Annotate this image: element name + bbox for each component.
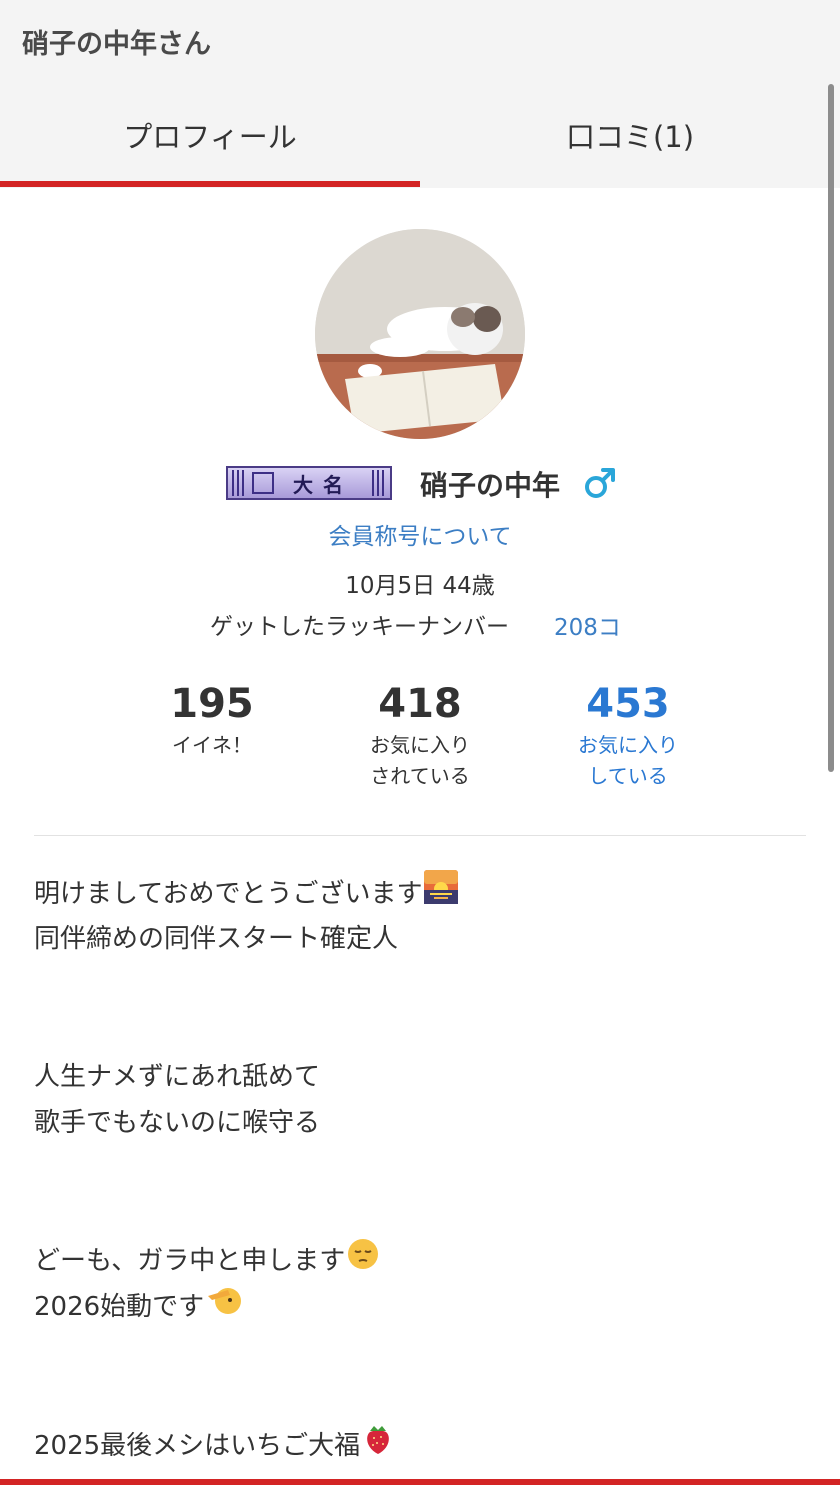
app-header: 硝子の中年さん — [0, 0, 840, 82]
profile-bio: 明けましておめでとうございます 同伴締めの同伴スタート確定人 人生ナメずにあれ舐… — [34, 870, 814, 1468]
stat-favoriting-label: お気に入り している — [528, 730, 728, 792]
badge-seal-icon — [252, 472, 274, 494]
bio-line: 2026始動です — [34, 1284, 814, 1330]
bottom-accent-bar — [0, 1479, 840, 1485]
stat-label-line: お気に入り — [370, 733, 470, 757]
stat-favorited-by-label: お気に入り されている — [320, 730, 520, 792]
tab-reviews[interactable]: 口コミ(1) — [420, 82, 840, 188]
stat-favoriting-count: 453 — [586, 681, 670, 727]
bio-line: 歌手でもないのに喉守る — [34, 1108, 321, 1138]
strawberry-icon — [362, 1422, 394, 1471]
section-divider — [34, 835, 806, 836]
member-title-link[interactable]: 会員称号について — [0, 517, 840, 551]
badge-ornament — [232, 470, 246, 496]
username: 硝子の中年 — [420, 469, 561, 502]
bio-line: 同伴締めの同伴スタート確定人 — [34, 924, 399, 954]
pensive-face-icon — [347, 1238, 379, 1285]
tab-bar: プロフィール 口コミ(1) — [0, 82, 840, 188]
stat-likes[interactable]: 195 イイネ！ — [112, 680, 312, 761]
stat-likes-count: 195 — [170, 681, 254, 727]
stat-favorited-by[interactable]: 418 お気に入り されている — [320, 680, 520, 792]
tab-profile[interactable]: プロフィール — [0, 82, 420, 188]
badge-ornament — [372, 470, 386, 496]
stat-label-line: お気に入り — [578, 733, 678, 757]
bio-line: 2025最後メシはいちご大福 — [34, 1422, 814, 1468]
lucky-number-link[interactable]: 208コ — [554, 608, 621, 642]
avatar-cat-image — [315, 229, 525, 439]
stat-likes-label: イイネ！ — [172, 733, 252, 757]
stat-label-line: されている — [370, 764, 470, 788]
sunrise-icon — [424, 870, 459, 919]
active-tab-indicator — [0, 181, 420, 187]
page-title: 硝子の中年さん — [22, 29, 211, 60]
bio-line: 人生ナメずにあれ舐めて — [34, 1062, 321, 1092]
member-rank-badge: 大名 — [226, 466, 392, 500]
saluting-face-icon — [206, 1284, 242, 1331]
stat-favorited-by-count: 418 — [378, 681, 462, 727]
male-symbol-icon — [583, 465, 617, 505]
bio-line: どーも、ガラ中と申します — [34, 1238, 814, 1284]
lucky-number-label: ゲットしたラッキーナンバー — [210, 614, 509, 640]
bio-line: 明けましておめでとうございます — [34, 870, 814, 916]
scrollbar[interactable] — [828, 84, 834, 772]
stat-favoriting[interactable]: 453 お気に入り している — [528, 680, 728, 792]
stat-label-line: している — [588, 764, 668, 788]
birthday-age: 10月5日 44歳 — [345, 573, 495, 599]
profile-name-row: 大名 硝子の中年 — [0, 462, 840, 506]
avatar — [315, 229, 525, 439]
badge-rank-text: 大名 — [293, 472, 353, 497]
